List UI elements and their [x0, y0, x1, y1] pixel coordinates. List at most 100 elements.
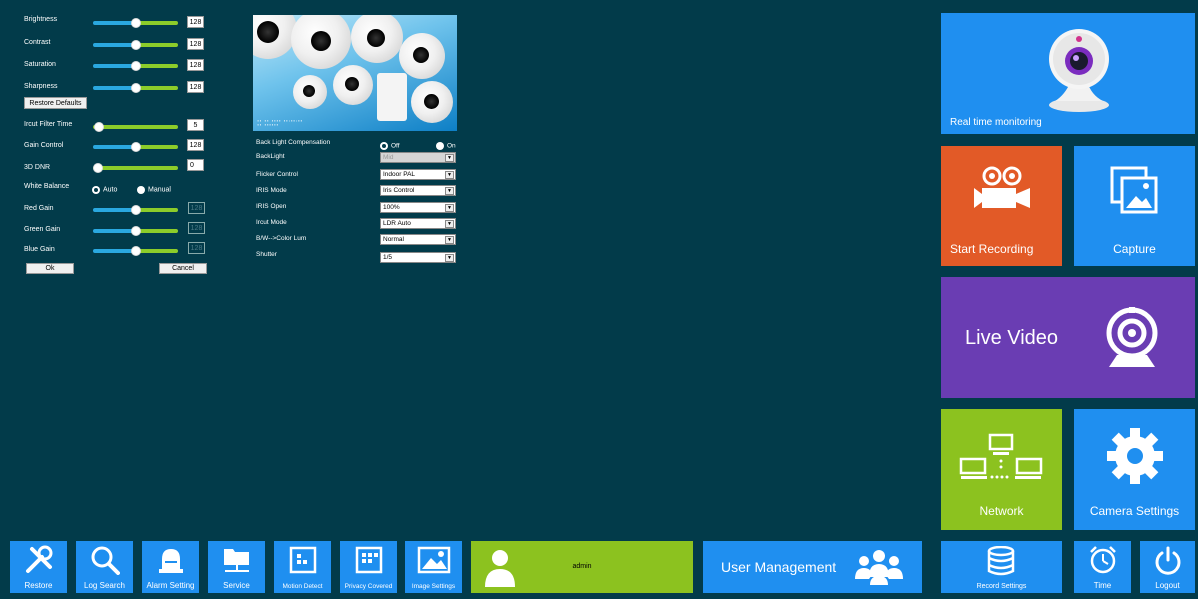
- backlight-label: BackLight: [256, 153, 285, 160]
- saturation-value[interactable]: 128: [187, 59, 204, 71]
- dome-camera-image: [291, 15, 351, 69]
- radio-icon[interactable]: [380, 141, 388, 150]
- start-recording-tile[interactable]: Start Recording: [941, 146, 1062, 266]
- green-gain-label: Green Gain: [24, 226, 61, 233]
- network-tile[interactable]: Network: [941, 409, 1062, 530]
- saturation-label: Saturation: [24, 61, 56, 68]
- image-icon: [417, 546, 451, 574]
- image-settings-button[interactable]: Image Settings: [405, 541, 462, 593]
- chevron-down-icon[interactable]: ▼: [445, 187, 454, 195]
- slider-knob[interactable]: [131, 142, 141, 152]
- ircut-filter-time-value[interactable]: 5: [187, 119, 204, 131]
- saturation-slider[interactable]: [93, 61, 178, 71]
- capture-tile[interactable]: Capture: [1074, 146, 1195, 266]
- dome-camera-image: [351, 15, 403, 63]
- slider-knob[interactable]: [131, 226, 141, 236]
- blue-gain-value: 128: [188, 242, 205, 254]
- gear-icon: [1107, 428, 1163, 484]
- time-button[interactable]: Time: [1074, 541, 1131, 593]
- cancel-button[interactable]: Cancel: [159, 263, 207, 274]
- bw-color-lum-label: B/W-->Color Lum: [256, 235, 307, 242]
- ircut-mode-select[interactable]: LDR Auto ▼: [380, 218, 456, 229]
- iris-mode-label: IRIS Mode: [256, 187, 287, 194]
- ircut-filter-time-slider[interactable]: [93, 122, 178, 132]
- flicker-control-select[interactable]: Indoor PAL ▼: [380, 169, 456, 180]
- slider-knob[interactable]: [131, 246, 141, 256]
- green-gain-slider[interactable]: [93, 226, 178, 236]
- ircut-filter-time-label: Ircut Filter Time: [24, 121, 73, 128]
- sharpness-value[interactable]: 128: [187, 81, 204, 93]
- gain-control-slider[interactable]: [93, 142, 178, 152]
- 3d-dnr-value[interactable]: 0: [187, 159, 204, 171]
- alarm-clock-icon: [1090, 546, 1116, 574]
- gain-control-value[interactable]: 128: [187, 139, 204, 151]
- slider-knob[interactable]: [131, 61, 141, 71]
- tools-icon: [26, 545, 53, 573]
- slider-knob[interactable]: [131, 18, 141, 28]
- motion-detect-button[interactable]: Motion Detect: [274, 541, 331, 593]
- real-time-monitoring-tile[interactable]: Real time monitoring: [941, 13, 1195, 134]
- iris-mode-select[interactable]: Iris Control ▼: [380, 185, 456, 196]
- chevron-down-icon: ▼: [445, 154, 454, 162]
- camera-settings-tile[interactable]: Camera Settings: [1074, 409, 1195, 530]
- privacy-covered-button[interactable]: Privacy Covered: [340, 541, 397, 593]
- webcam-icon: [1049, 29, 1109, 112]
- contrast-slider[interactable]: [93, 40, 178, 50]
- box-camera-image: [377, 73, 407, 121]
- red-gain-slider[interactable]: [93, 205, 178, 215]
- shutter-label: Shutter: [256, 251, 277, 258]
- user-panel[interactable]: admin: [471, 541, 693, 593]
- sharpness-slider[interactable]: [93, 83, 178, 93]
- flicker-control-label: Flicker Control: [256, 171, 298, 178]
- live-video-tile[interactable]: Live Video: [941, 277, 1195, 398]
- real-time-monitoring-label: Real time monitoring: [950, 117, 1042, 128]
- camera-settings-label: Camera Settings: [1089, 504, 1180, 518]
- folder-network-icon: [224, 549, 249, 572]
- brightness-slider[interactable]: [93, 18, 178, 28]
- radio-icon[interactable]: [92, 185, 100, 194]
- webcam-icon: [1106, 307, 1158, 367]
- backlight-select: Mid ▼: [380, 152, 456, 163]
- ok-button[interactable]: Ok: [26, 263, 74, 274]
- blue-gain-slider[interactable]: [93, 246, 178, 256]
- slider-knob[interactable]: [94, 122, 104, 132]
- white-balance-manual-radio[interactable]: Manual: [137, 181, 171, 199]
- restore-button[interactable]: Restore: [10, 541, 67, 593]
- shutter-select[interactable]: 1/5 ▼: [380, 252, 456, 263]
- record-settings-button[interactable]: Record Settings: [941, 541, 1062, 593]
- slider-knob[interactable]: [131, 83, 141, 93]
- video-camera-icon: [974, 166, 1030, 208]
- log-search-button[interactable]: Log Search: [76, 541, 133, 593]
- chevron-down-icon[interactable]: ▼: [445, 204, 454, 212]
- brightness-value[interactable]: 128: [187, 16, 204, 28]
- slider-knob[interactable]: [93, 163, 103, 173]
- white-balance-auto-radio[interactable]: Auto: [92, 181, 117, 199]
- green-gain-value: 128: [188, 222, 205, 234]
- 3d-dnr-slider[interactable]: [93, 163, 178, 173]
- iris-open-select[interactable]: 100% ▼: [380, 202, 456, 213]
- slider-knob[interactable]: [131, 40, 141, 50]
- slider-knob[interactable]: [131, 205, 141, 215]
- radio-icon[interactable]: [137, 185, 145, 194]
- bw-color-lum-select[interactable]: Normal ▼: [380, 234, 456, 245]
- start-recording-label: Start Recording: [950, 242, 1034, 256]
- radio-icon[interactable]: [436, 141, 444, 150]
- restore-defaults-button[interactable]: Restore Defaults: [24, 97, 87, 109]
- service-button[interactable]: Service: [208, 541, 265, 593]
- white-balance-label: White Balance: [24, 183, 70, 190]
- power-icon: [1155, 546, 1181, 575]
- chevron-down-icon[interactable]: ▼: [445, 254, 454, 262]
- capture-label: Capture: [1113, 242, 1156, 256]
- blc-label: Back Light Compensation: [256, 139, 331, 146]
- contrast-value[interactable]: 128: [187, 38, 204, 50]
- users-group-icon: [855, 550, 903, 585]
- red-gain-value: 128: [188, 202, 205, 214]
- chevron-down-icon[interactable]: ▼: [445, 236, 454, 244]
- logout-button[interactable]: Logout: [1140, 541, 1195, 593]
- alarm-setting-button[interactable]: Alarm Setting: [142, 541, 199, 593]
- user-management-button[interactable]: User Management: [703, 541, 922, 593]
- chevron-down-icon[interactable]: ▼: [445, 220, 454, 228]
- network-label: Network: [979, 504, 1024, 518]
- chevron-down-icon[interactable]: ▼: [445, 171, 454, 179]
- image-icon: [1110, 166, 1158, 214]
